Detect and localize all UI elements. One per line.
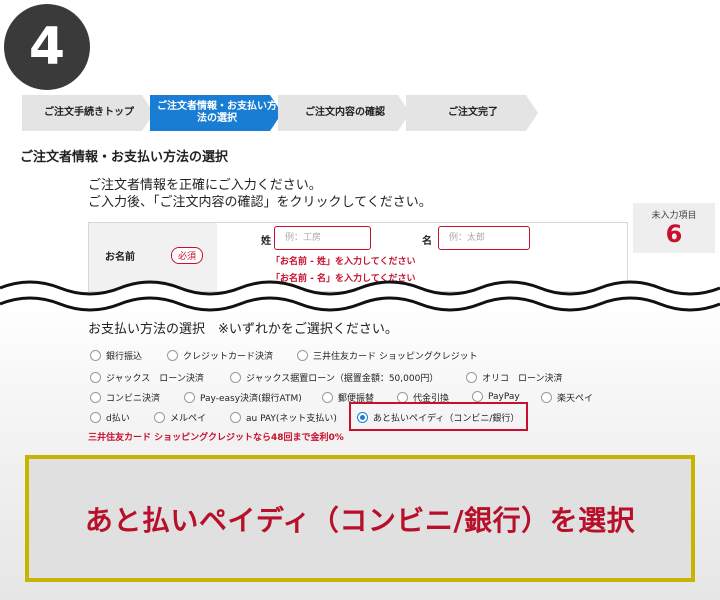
payment-option-jaccs-deferred-loan[interactable]: ジャックス据置ローン（据置金額：50,000円） bbox=[230, 371, 438, 384]
radio-icon[interactable] bbox=[230, 372, 241, 383]
radio-icon[interactable] bbox=[167, 350, 178, 361]
radio-icon[interactable] bbox=[90, 392, 101, 403]
instructions: ご注文者情報を正確にご入力ください。 ご入力後、「ご注文内容の確認」をクリックし… bbox=[88, 177, 432, 211]
last-name-input[interactable]: 例：工房 bbox=[274, 226, 371, 250]
section-title: ご注文者情報・お支払い方法の選択 bbox=[20, 150, 229, 165]
radio-icon[interactable] bbox=[90, 372, 101, 383]
payment-option-orico-loan[interactable]: オリコ ローン決済 bbox=[466, 371, 563, 384]
callout-text: あと払いペイディ（コンビニ/銀行）を選択 bbox=[84, 503, 636, 537]
radio-icon[interactable] bbox=[230, 412, 241, 423]
radio-icon[interactable] bbox=[90, 350, 101, 361]
payment-option-jaccs-loan[interactable]: ジャックス ローン決済 bbox=[90, 371, 204, 384]
name-label: お名前 bbox=[105, 252, 135, 263]
option-label: 楽天ペイ bbox=[557, 394, 594, 404]
required-badge: 必須 bbox=[171, 247, 204, 264]
first-name-input[interactable]: 例：太郎 bbox=[438, 226, 530, 250]
radio-icon[interactable] bbox=[297, 350, 308, 361]
paidy-highlight-frame bbox=[349, 402, 528, 431]
option-label: クレジットカード決済 bbox=[183, 352, 274, 362]
option-label: au PAY(ネット支払い) bbox=[246, 414, 337, 424]
checkout-progress: ご注文手続きトップ ご注文者情報・お支払い方法の選択 ご注文内容の確認 ご注文完… bbox=[22, 95, 542, 131]
radio-icon[interactable] bbox=[184, 392, 195, 403]
unfilled-items-counter: 未入力項目 6 bbox=[633, 203, 715, 253]
unfilled-count: 6 bbox=[665, 220, 683, 248]
step-number-badge: 4 bbox=[4, 4, 90, 90]
radio-icon[interactable] bbox=[466, 372, 477, 383]
step-order-confirm: ご注文内容の確認 bbox=[278, 95, 410, 131]
option-label: ジャックス ローン決済 bbox=[106, 374, 204, 384]
option-label: オリコ ローン決済 bbox=[482, 374, 563, 384]
step-order-top: ご注文手続きトップ bbox=[22, 95, 154, 131]
radio-icon[interactable] bbox=[541, 392, 552, 403]
radio-icon[interactable] bbox=[472, 391, 483, 402]
radio-icon[interactable] bbox=[90, 412, 101, 423]
payment-section-title: お支払い方法の選択 ※いずれかをご選択ください。 bbox=[88, 322, 398, 337]
payment-option-convenience-store[interactable]: コンビニ決済 bbox=[90, 391, 160, 404]
payment-option-au-pay[interactable]: au PAY(ネット支払い) bbox=[230, 411, 337, 424]
radio-icon[interactable] bbox=[322, 392, 333, 403]
option-label: Pay-easy決済(銀行ATM) bbox=[200, 394, 302, 404]
instructions-line-1: ご注文者情報を正確にご入力ください。 bbox=[88, 178, 322, 193]
payment-option-merpay[interactable]: メルペイ bbox=[154, 411, 206, 424]
payment-option-bank-transfer[interactable]: 銀行振込 bbox=[90, 349, 142, 362]
payment-option-pay-easy[interactable]: Pay-easy決済(銀行ATM) bbox=[184, 391, 302, 404]
option-label: 三井住友カード ショッピングクレジット bbox=[313, 352, 478, 362]
radio-icon[interactable] bbox=[154, 412, 165, 423]
instructions-line-2: ご入力後、「ご注文内容の確認」をクリックしてください。 bbox=[88, 195, 432, 210]
payment-option-paypay[interactable]: PayPay bbox=[472, 391, 520, 402]
option-label: PayPay bbox=[488, 391, 520, 402]
first-name-label: 名 bbox=[422, 236, 432, 247]
payment-option-credit-card[interactable]: クレジットカード決済 bbox=[167, 349, 273, 362]
payment-option-d-barai[interactable]: d払い bbox=[90, 411, 130, 424]
instruction-callout: あと払いペイディ（コンビニ/銀行）を選択 bbox=[25, 455, 695, 582]
step-customer-info: ご注文者情報・お支払い方法の選択 bbox=[150, 95, 282, 131]
last-name-error: 「お名前 - 姓」を入力してください bbox=[271, 257, 416, 267]
wave-divider bbox=[0, 280, 720, 312]
promo-note: 三井住友カード ショッピングクレジットなら48回まで金利0% bbox=[88, 433, 344, 443]
option-label: d払い bbox=[106, 414, 130, 424]
option-label: メルペイ bbox=[170, 414, 207, 424]
payment-option-rakuten-pay[interactable]: 楽天ペイ bbox=[541, 391, 593, 404]
last-name-label: 姓 bbox=[261, 236, 271, 247]
option-label: 銀行振込 bbox=[106, 352, 143, 362]
option-label: ジャックス据置ローン（据置金額：50,000円） bbox=[246, 374, 439, 384]
step-order-complete: ご注文完了 bbox=[406, 95, 538, 131]
option-label: コンビニ決済 bbox=[106, 394, 161, 404]
payment-option-smbc-shopping-credit[interactable]: 三井住友カード ショッピングクレジット bbox=[297, 349, 478, 362]
